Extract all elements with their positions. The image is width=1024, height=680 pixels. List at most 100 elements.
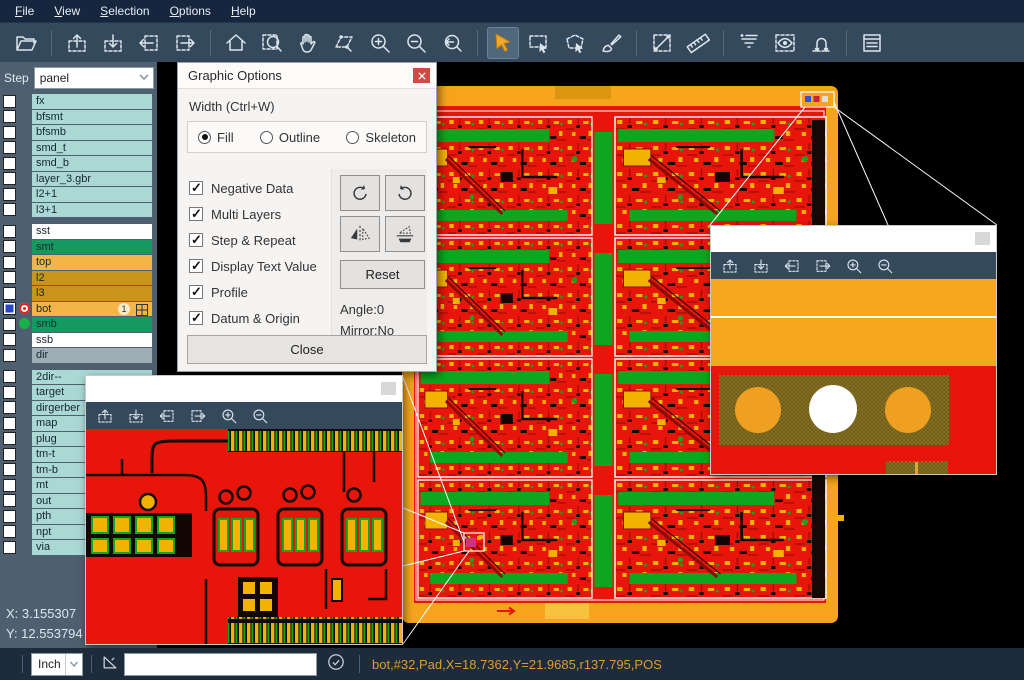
close-button[interactable]: Close (187, 335, 427, 364)
command-input[interactable] (124, 653, 317, 676)
layer-visibility-checkbox[interactable] (3, 141, 16, 154)
pan-left-icon[interactable] (134, 28, 164, 58)
pan-hand-icon[interactable] (293, 28, 323, 58)
checkbox-multi-layers[interactable]: Multi Layers (189, 201, 317, 227)
home-view-icon[interactable] (221, 28, 251, 58)
checkbox[interactable] (189, 207, 203, 221)
layer-label[interactable]: smb (32, 317, 152, 332)
menu-file[interactable]: File (6, 2, 43, 20)
layer-visibility-checkbox[interactable] (3, 172, 16, 185)
apply-refresh-icon[interactable] (327, 653, 345, 676)
layer-row-top[interactable]: top (0, 255, 157, 270)
layer-visibility-checkbox[interactable] (3, 386, 16, 399)
layer-visibility-checkbox[interactable] (3, 110, 16, 123)
zoom-in-icon[interactable] (365, 28, 395, 58)
pan-up-icon[interactable] (721, 257, 739, 275)
radio-button[interactable] (346, 131, 359, 144)
paint-brush-icon[interactable] (596, 28, 626, 58)
reset-button[interactable]: Reset (340, 260, 425, 289)
rotate-ccw-icon[interactable] (385, 175, 425, 211)
layer-visibility-checkbox[interactable] (3, 432, 16, 445)
magnifier-title-bar[interactable] (86, 376, 402, 402)
layer-label[interactable]: l3 (32, 286, 152, 301)
layer-visibility-checkbox[interactable] (3, 333, 16, 346)
layer-label[interactable]: smt (32, 240, 152, 255)
pan-up-icon[interactable] (96, 407, 114, 425)
menu-help[interactable]: Help (222, 2, 265, 20)
layer-visibility-checkbox[interactable] (3, 95, 16, 108)
radio-button[interactable] (198, 131, 211, 144)
layer-visibility-checkbox[interactable] (3, 256, 16, 269)
view-options-icon[interactable] (770, 28, 800, 58)
rotate-cw-icon[interactable] (340, 175, 380, 211)
checkbox-profile[interactable]: Profile (189, 279, 317, 305)
mirror-horizontal-icon[interactable] (340, 216, 380, 252)
layer-label[interactable]: smd_t (32, 141, 152, 156)
radio-skeleton[interactable]: Skeleton (346, 130, 416, 145)
menu-view[interactable]: View (45, 2, 89, 20)
layer-row-fx[interactable]: fx (0, 94, 157, 109)
zoom-out-icon[interactable] (251, 407, 269, 425)
checkbox[interactable] (189, 311, 203, 325)
pan-left-icon[interactable] (158, 407, 176, 425)
zoom-out-icon[interactable] (876, 257, 894, 275)
select-polygon-icon[interactable] (560, 28, 590, 58)
checkbox-display-text-value[interactable]: Display Text Value (189, 253, 317, 279)
layer-visibility-checkbox[interactable] (3, 525, 16, 538)
filter-icon[interactable] (734, 28, 764, 58)
layer-visibility-checkbox[interactable] (3, 417, 16, 430)
radio-fill[interactable]: Fill (198, 130, 234, 145)
layer-label[interactable]: bot1 (32, 302, 152, 317)
layer-row-smt[interactable]: smt (0, 240, 157, 255)
step-dropdown[interactable]: panel (34, 67, 154, 89)
layer-visibility-checkbox[interactable] (3, 401, 16, 414)
layer-row-smb[interactable]: smb (0, 317, 157, 332)
zoom-in-icon[interactable] (220, 407, 238, 425)
zoom-window-icon[interactable] (257, 28, 287, 58)
checkbox-negative-data[interactable]: Negative Data (189, 175, 317, 201)
layer-visibility-checkbox[interactable] (3, 225, 16, 238)
close-icon[interactable] (413, 68, 430, 83)
zoom-out-icon[interactable] (401, 28, 431, 58)
magnifier-window-right[interactable] (710, 225, 997, 475)
layer-row-sst[interactable]: sst (0, 224, 157, 239)
layer-label[interactable]: dir (32, 348, 152, 363)
layer-visibility-checkbox[interactable] (3, 318, 16, 331)
layer-row-smd_t[interactable]: smd_t (0, 141, 157, 156)
layer-visibility-checkbox[interactable] (3, 287, 16, 300)
window-button-icon[interactable] (975, 232, 990, 245)
layer-row-bot[interactable]: bot1 (0, 302, 157, 317)
checkbox-step-repeat[interactable]: Step & Repeat (189, 227, 317, 253)
checkbox[interactable] (189, 181, 203, 195)
layer-label[interactable]: smd_b (32, 156, 152, 171)
checkbox[interactable] (189, 259, 203, 273)
select-rect-icon[interactable] (524, 28, 554, 58)
layer-row-l2plus1[interactable]: l2+1 (0, 187, 157, 202)
layer-label[interactable]: l2+1 (32, 187, 152, 202)
pan-left-icon[interactable] (783, 257, 801, 275)
layer-visibility-checkbox[interactable] (3, 494, 16, 507)
menu-selection[interactable]: Selection (91, 2, 158, 20)
magnifier-title-bar[interactable] (711, 226, 996, 252)
pan-right-icon[interactable] (814, 257, 832, 275)
unit-dropdown[interactable]: Inch (31, 653, 83, 676)
open-file-icon[interactable] (11, 28, 41, 58)
layer-row-bfsmb[interactable]: bfsmb (0, 125, 157, 140)
zoom-previous-icon[interactable] (437, 28, 467, 58)
layer-visibility-checkbox[interactable] (3, 126, 16, 139)
layer-row-bfsmt[interactable]: bfsmt (0, 110, 157, 125)
layer-visibility-checkbox[interactable] (3, 510, 16, 523)
layer-label[interactable]: fx (32, 94, 152, 109)
pan-right-icon[interactable] (170, 28, 200, 58)
pan-up-icon[interactable] (62, 28, 92, 58)
checkbox[interactable] (189, 233, 203, 247)
layer-row-l2[interactable]: l2 (0, 271, 157, 286)
layer-label[interactable]: layer_3.gbr (32, 172, 152, 187)
layer-row-l3plus1[interactable]: l3+1 (0, 203, 157, 218)
layer-label[interactable]: top (32, 255, 152, 270)
menu-options[interactable]: Options (161, 2, 220, 20)
layer-visibility-checkbox[interactable] (3, 479, 16, 492)
layer-visibility-checkbox[interactable] (3, 302, 16, 315)
measure-ruler-icon[interactable] (683, 28, 713, 58)
layer-row-ssb[interactable]: ssb (0, 333, 157, 348)
